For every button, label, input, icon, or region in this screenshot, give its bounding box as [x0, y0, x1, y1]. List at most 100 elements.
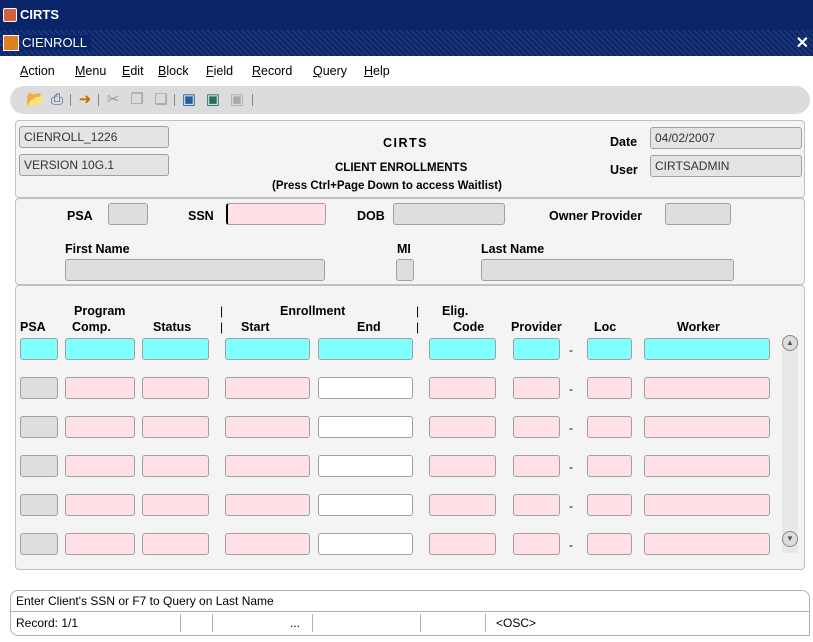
- dob-label: DOB: [357, 209, 385, 223]
- program-comp-cell[interactable]: [65, 494, 135, 516]
- loc-cell[interactable]: [587, 494, 632, 516]
- start-cell[interactable]: [225, 494, 310, 516]
- start-cell[interactable]: [225, 338, 310, 360]
- first-name-input[interactable]: [65, 259, 325, 281]
- owner-provider-input[interactable]: [665, 203, 731, 225]
- status-cell[interactable]: [142, 416, 209, 438]
- provider-loc-dash: -: [569, 499, 573, 513]
- status-bar: [10, 612, 810, 636]
- exit-icon[interactable]: ➜: [76, 91, 94, 109]
- enter-query-icon[interactable]: ▣: [204, 91, 222, 109]
- app-icon: [3, 8, 17, 22]
- program-comp-cell[interactable]: [65, 377, 135, 399]
- psa-cell[interactable]: [20, 377, 58, 399]
- start-cell[interactable]: [225, 533, 310, 555]
- menu-edit[interactable]: Edit: [122, 64, 144, 78]
- menu-field[interactable]: Field: [206, 64, 233, 78]
- copy-icon[interactable]: ❐: [128, 91, 146, 109]
- provider-loc-dash: -: [569, 343, 573, 357]
- mi-input[interactable]: [396, 259, 414, 281]
- psa-cell[interactable]: [20, 455, 58, 477]
- end-cell[interactable]: [318, 494, 413, 516]
- menu-action[interactable]: Action: [20, 64, 55, 78]
- end-cell[interactable]: [318, 338, 413, 360]
- provider-cell[interactable]: [513, 416, 560, 438]
- program-comp-cell[interactable]: [65, 416, 135, 438]
- program-comp-cell[interactable]: [65, 533, 135, 555]
- psa-input[interactable]: [108, 203, 148, 225]
- worker-cell[interactable]: [644, 338, 770, 360]
- cut-icon[interactable]: ✂: [104, 91, 122, 109]
- program-comp-cell[interactable]: [65, 338, 135, 360]
- ssn-input[interactable]: [226, 203, 326, 225]
- paste-icon[interactable]: ❏: [152, 91, 170, 109]
- worker-cell[interactable]: [644, 377, 770, 399]
- menu-bar: Action Menu Edit Block Field Record Quer…: [0, 56, 813, 86]
- toolbar-separator: [252, 94, 253, 106]
- execute-query-icon[interactable]: ▣: [228, 91, 246, 109]
- worker-cell[interactable]: [644, 455, 770, 477]
- worker-cell[interactable]: [644, 533, 770, 555]
- user-label: User: [610, 163, 638, 177]
- psa-label: PSA: [67, 209, 93, 223]
- loc-cell[interactable]: [587, 377, 632, 399]
- status-cell[interactable]: [142, 377, 209, 399]
- worker-cell[interactable]: [644, 494, 770, 516]
- menu-query[interactable]: Query: [313, 64, 347, 78]
- app-titlebar: CIRTS: [0, 0, 813, 30]
- close-icon[interactable]: ✕: [796, 33, 809, 53]
- psa-cell[interactable]: [20, 338, 58, 360]
- elig-code-cell[interactable]: [429, 494, 496, 516]
- status-separator: [212, 614, 213, 632]
- status-cell[interactable]: [142, 338, 209, 360]
- elig-code-cell[interactable]: [429, 455, 496, 477]
- col-header-status: Status: [153, 320, 192, 334]
- program-comp-cell[interactable]: [65, 455, 135, 477]
- psa-cell[interactable]: [20, 533, 58, 555]
- status-cell[interactable]: [142, 494, 209, 516]
- provider-loc-dash: -: [569, 538, 573, 552]
- status-cell[interactable]: [142, 455, 209, 477]
- loc-cell[interactable]: [587, 455, 632, 477]
- psa-cell[interactable]: [20, 416, 58, 438]
- menu-help[interactable]: Help: [364, 64, 390, 78]
- window-title: CIENROLL: [22, 35, 92, 50]
- provider-cell[interactable]: [513, 338, 560, 360]
- elig-code-cell[interactable]: [429, 416, 496, 438]
- scroll-up-icon[interactable]: ▲: [782, 335, 798, 351]
- menu-record[interactable]: Record: [252, 64, 292, 78]
- provider-cell[interactable]: [513, 533, 560, 555]
- end-cell[interactable]: [318, 455, 413, 477]
- elig-code-cell[interactable]: [429, 533, 496, 555]
- end-cell[interactable]: [318, 416, 413, 438]
- end-cell[interactable]: [318, 533, 413, 555]
- provider-cell[interactable]: [513, 455, 560, 477]
- menu-menu[interactable]: Menu: [75, 64, 106, 78]
- worker-cell[interactable]: [644, 416, 770, 438]
- start-cell[interactable]: [225, 416, 310, 438]
- dob-input[interactable]: [393, 203, 505, 225]
- start-cell[interactable]: [225, 455, 310, 477]
- form-id-field: CIENROLL_1226: [19, 126, 169, 148]
- scroll-down-icon[interactable]: ▼: [782, 531, 798, 547]
- loc-cell[interactable]: [587, 416, 632, 438]
- elig-code-cell[interactable]: [429, 377, 496, 399]
- elig-code-cell[interactable]: [429, 338, 496, 360]
- query-icon[interactable]: ▣: [180, 91, 198, 109]
- provider-cell[interactable]: [513, 377, 560, 399]
- start-cell[interactable]: [225, 377, 310, 399]
- provider-cell[interactable]: [513, 494, 560, 516]
- col-header-worker: Worker: [677, 320, 720, 334]
- open-folder-icon[interactable]: 📂: [26, 91, 45, 109]
- last-name-input[interactable]: [481, 259, 734, 281]
- psa-cell[interactable]: [20, 494, 58, 516]
- grid-scrollbar[interactable]: [782, 337, 798, 553]
- loc-cell[interactable]: [587, 338, 632, 360]
- col-header-elig: Elig.: [442, 304, 469, 318]
- print-icon[interactable]: ⎙: [48, 91, 66, 109]
- end-cell[interactable]: [318, 377, 413, 399]
- status-cell[interactable]: [142, 533, 209, 555]
- menu-block[interactable]: Block: [158, 64, 189, 78]
- loc-cell[interactable]: [587, 533, 632, 555]
- status-separator: [180, 614, 181, 632]
